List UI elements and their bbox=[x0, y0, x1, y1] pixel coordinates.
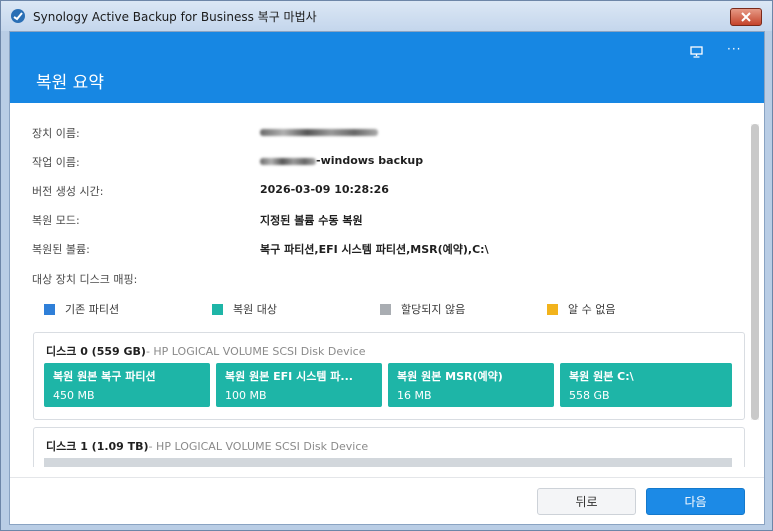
task-name-suffix: -windows backup bbox=[316, 154, 424, 167]
partition-block[interactable]: 복원 원본 MSR(예약) 16 MB bbox=[388, 363, 554, 407]
page-title: 복원 요약 bbox=[36, 73, 104, 93]
footer-divider bbox=[10, 477, 764, 478]
device-name-value-redacted bbox=[260, 125, 378, 138]
partition-name: 복원 원본 복구 파티션 bbox=[53, 370, 156, 383]
legend-label-unknown: 알 수 없음 bbox=[568, 303, 616, 316]
window-close-button[interactable] bbox=[730, 8, 762, 26]
legend-swatch-unknown bbox=[547, 303, 558, 315]
disk-1-name: 디스크 1 (1.09 TB) bbox=[46, 440, 149, 453]
close-icon bbox=[741, 12, 751, 22]
wizard-window: Synology Active Backup for Business 복구 마… bbox=[0, 0, 773, 531]
partition-size: 100 MB bbox=[225, 389, 267, 402]
monitor-icon[interactable] bbox=[690, 46, 703, 58]
legend-swatch-existing bbox=[44, 303, 55, 315]
partition-block[interactable]: 복원 원본 복구 파티션 450 MB bbox=[44, 363, 210, 407]
restore-mode-value: 지정된 볼륨 수동 복원 bbox=[260, 214, 363, 227]
more-options-icon[interactable]: ··· bbox=[727, 42, 741, 56]
disk-0-name: 디스크 0 (559 GB) bbox=[46, 345, 146, 358]
synology-logo-icon bbox=[11, 9, 25, 23]
legend-swatch-unallocated bbox=[380, 303, 391, 315]
device-name-label: 장치 이름: bbox=[32, 127, 80, 140]
legend-item-unknown: 알 수 없음 bbox=[547, 301, 615, 317]
partition-size: 16 MB bbox=[397, 389, 432, 402]
restored-volumes-label: 복원된 볼륨: bbox=[32, 243, 90, 256]
version-time-value: 2026-03-09 10:28:26 bbox=[260, 183, 389, 196]
legend-label-restore-target: 복원 대상 bbox=[233, 303, 277, 316]
legend-item-restore-target: 복원 대상 bbox=[212, 301, 277, 317]
title-bar[interactable]: Synology Active Backup for Business 복구 마… bbox=[1, 1, 772, 31]
partition-block[interactable]: 복원 원본 EFI 시스템 파... 100 MB bbox=[216, 363, 382, 407]
legend-label-unallocated: 할당되지 않음 bbox=[401, 303, 466, 316]
disk-1-model: - HP LOGICAL VOLUME SCSI Disk Device bbox=[148, 440, 369, 453]
wizard-header: 복원 요약 ··· bbox=[10, 32, 764, 103]
next-button[interactable]: 다음 bbox=[646, 488, 745, 515]
legend-label-existing: 기존 파티션 bbox=[65, 303, 120, 316]
partition-block[interactable]: 복원 원본 C:\ 558 GB bbox=[560, 363, 732, 407]
partition-name: 복원 원본 C:\ bbox=[569, 370, 634, 383]
disk-1-header: 디스크 1 (1.09 TB)- HP LOGICAL VOLUME SCSI … bbox=[46, 438, 368, 454]
vertical-scrollbar[interactable] bbox=[751, 124, 759, 420]
disk-1-panel: 디스크 1 (1.09 TB)- HP LOGICAL VOLUME SCSI … bbox=[33, 427, 745, 467]
partition-size: 450 MB bbox=[53, 389, 95, 402]
window-title: Synology Active Backup for Business 복구 마… bbox=[33, 9, 317, 24]
back-button[interactable]: 뒤로 bbox=[537, 488, 636, 515]
disk-0-header: 디스크 0 (559 GB)- HP LOGICAL VOLUME SCSI D… bbox=[46, 343, 366, 359]
task-name-label: 작업 이름: bbox=[32, 156, 80, 169]
restored-volumes-value: 복구 파티션,EFI 시스템 파티션,MSR(예약),C:\ bbox=[260, 243, 489, 256]
legend-item-existing: 기존 파티션 bbox=[44, 301, 119, 317]
legend-swatch-restore-target bbox=[212, 303, 223, 315]
disk-mapping-label: 대상 장치 디스크 매핑: bbox=[32, 273, 138, 286]
restore-mode-label: 복원 모드: bbox=[32, 214, 80, 227]
partition-name: 복원 원본 EFI 시스템 파... bbox=[225, 370, 353, 383]
version-time-label: 버전 생성 시간: bbox=[32, 185, 104, 198]
disk-0-panel: 디스크 0 (559 GB)- HP LOGICAL VOLUME SCSI D… bbox=[33, 332, 745, 420]
disk-1-partition-bar bbox=[44, 458, 732, 467]
scrollbar-thumb[interactable] bbox=[751, 124, 759, 420]
task-name-value: -windows backup bbox=[260, 154, 423, 167]
partition-name: 복원 원본 MSR(예약) bbox=[397, 370, 503, 383]
task-name-redacted bbox=[260, 157, 316, 165]
partition-size: 558 GB bbox=[569, 389, 610, 402]
legend-item-unallocated: 할당되지 않음 bbox=[380, 301, 465, 317]
disk-0-model: - HP LOGICAL VOLUME SCSI Disk Device bbox=[145, 345, 366, 358]
wizard-content: 복원 요약 ··· 장치 이름: 작업 이름: -windows backup … bbox=[9, 31, 765, 525]
